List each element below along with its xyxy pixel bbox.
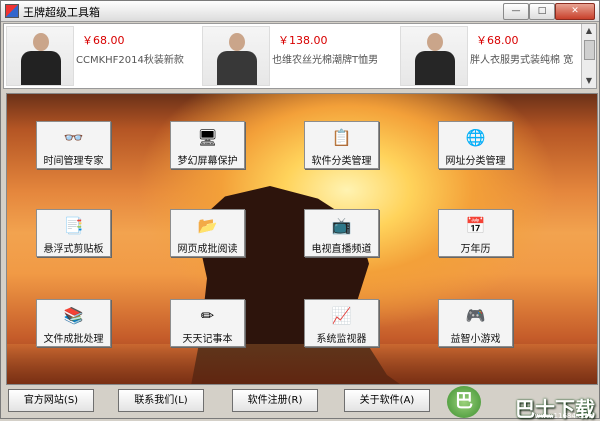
ad-vertical-scrollbar[interactable]: ▲ ▼ [581, 24, 596, 88]
ad-item[interactable]: ￥138.00 也维农丝光棉潮牌T恤男 [202, 26, 392, 86]
ad-description[interactable]: 也维农丝光棉潮牌T恤男 [272, 51, 390, 66]
app-label: 系统监视器 [316, 334, 367, 345]
clipboard-button[interactable]: 📑 悬浮式剪贴板 [36, 209, 111, 257]
ad-product-image[interactable] [6, 26, 74, 86]
software-register-button[interactable]: 软件注册(R) [232, 389, 318, 412]
ad-price: ￥68.00 [82, 34, 125, 47]
scroll-thumb[interactable] [584, 40, 595, 60]
maximize-button[interactable]: □ [529, 3, 555, 20]
software-manager-button[interactable]: 📋 软件分类管理 [304, 121, 379, 169]
app-label: 益智小游戏 [450, 334, 501, 345]
app-icon [5, 4, 19, 18]
app-label: 万年历 [460, 244, 491, 255]
batch-file-button[interactable]: 📚 文件成批处理 [36, 299, 111, 347]
web-pages-icon: 📂 [197, 216, 218, 235]
ad-product-image[interactable] [400, 26, 468, 86]
scroll-up-icon[interactable]: ▲ [583, 25, 595, 37]
ad-description[interactable]: CCMKHF2014秋装新款 [76, 51, 194, 66]
ad-banner-strip: ￥68.00 CCMKHF2014秋装新款 ￥138.00 也维农丝光棉潮牌T恤… [3, 23, 597, 89]
app-label: 文件成批处理 [43, 334, 104, 345]
contact-us-button[interactable]: 联系我们(L) [118, 389, 204, 412]
url-manager-button[interactable]: 🌐 网址分类管理 [438, 121, 513, 169]
launcher-panel: 👓 时间管理专家 🖥 梦幻屏幕保护 📋 软件分类管理 🌐 网址分类管理 📑 悬浮… [6, 93, 598, 385]
tv-icon: 📺 [331, 216, 352, 235]
ad-description[interactable]: 胖人衣服男式装纯棉 宽 [470, 51, 588, 66]
monitor-icon: 🖥 [197, 128, 218, 147]
app-label: 网页成批阅读 [177, 244, 238, 255]
internet-explorer-icon: 🌐 [465, 128, 486, 147]
app-label: 网址分类管理 [445, 156, 506, 167]
ad-price: ￥138.00 [278, 34, 328, 47]
ad-item[interactable]: ￥68.00 CCMKHF2014秋装新款 [6, 26, 196, 86]
system-monitor-button[interactable]: 📈 系统监视器 [304, 299, 379, 347]
notepad-icon: ✏ [200, 306, 215, 325]
official-site-button[interactable]: 官方网站(S) [8, 389, 94, 412]
scroll-down-icon[interactable]: ▼ [583, 75, 595, 87]
calendar-icon: 📅 [465, 216, 486, 235]
window-title: 王牌超级工具箱 [23, 6, 100, 19]
books-icon: 📚 [63, 306, 84, 325]
app-label: 时间管理专家 [43, 156, 104, 167]
mini-games-button[interactable]: 🎮 益智小游戏 [438, 299, 513, 347]
game-icon: 🎮 [465, 306, 486, 325]
main-window: 王牌超级工具箱 — □ ✕ ￥68.00 CCMKHF2014秋装新款 ￥138… [0, 0, 600, 420]
app-label: 悬浮式剪贴板 [43, 244, 104, 255]
title-bar[interactable]: 王牌超级工具箱 — □ ✕ [1, 1, 599, 22]
ad-item[interactable]: ￥68.00 胖人衣服男式装纯棉 宽 [400, 26, 590, 86]
about-software-button[interactable]: 关于软件(A) [344, 389, 430, 412]
footer-bar: 官方网站(S) 联系我们(L) 软件注册(R) 关于软件(A) 巴 巴士下载 w… [1, 385, 600, 420]
app-label: 梦幻屏幕保护 [177, 156, 238, 167]
batch-web-reader-button[interactable]: 📂 网页成批阅读 [170, 209, 245, 257]
app-label: 天天记事本 [182, 334, 233, 345]
ad-price: ￥68.00 [476, 34, 519, 47]
ad-product-image[interactable] [202, 26, 270, 86]
watermark-logo-icon: 巴 [447, 386, 481, 418]
close-button[interactable]: ✕ [555, 3, 595, 20]
software-list-icon: 📋 [331, 128, 352, 147]
calendar-button[interactable]: 📅 万年历 [438, 209, 513, 257]
minimize-button[interactable]: — [503, 3, 529, 20]
notepad-button[interactable]: ✏ 天天记事本 [170, 299, 245, 347]
app-label: 软件分类管理 [311, 156, 372, 167]
clipboard-icon: 📑 [63, 216, 84, 235]
sea-background [7, 344, 597, 384]
time-management-button[interactable]: 👓 时间管理专家 [36, 121, 111, 169]
glasses-icon: 👓 [63, 128, 84, 147]
tv-channel-button[interactable]: 📺 电视直播频道 [304, 209, 379, 257]
app-label: 电视直播频道 [311, 244, 372, 255]
screensaver-button[interactable]: 🖥 梦幻屏幕保护 [170, 121, 245, 169]
monitor-graph-icon: 📈 [331, 306, 352, 325]
